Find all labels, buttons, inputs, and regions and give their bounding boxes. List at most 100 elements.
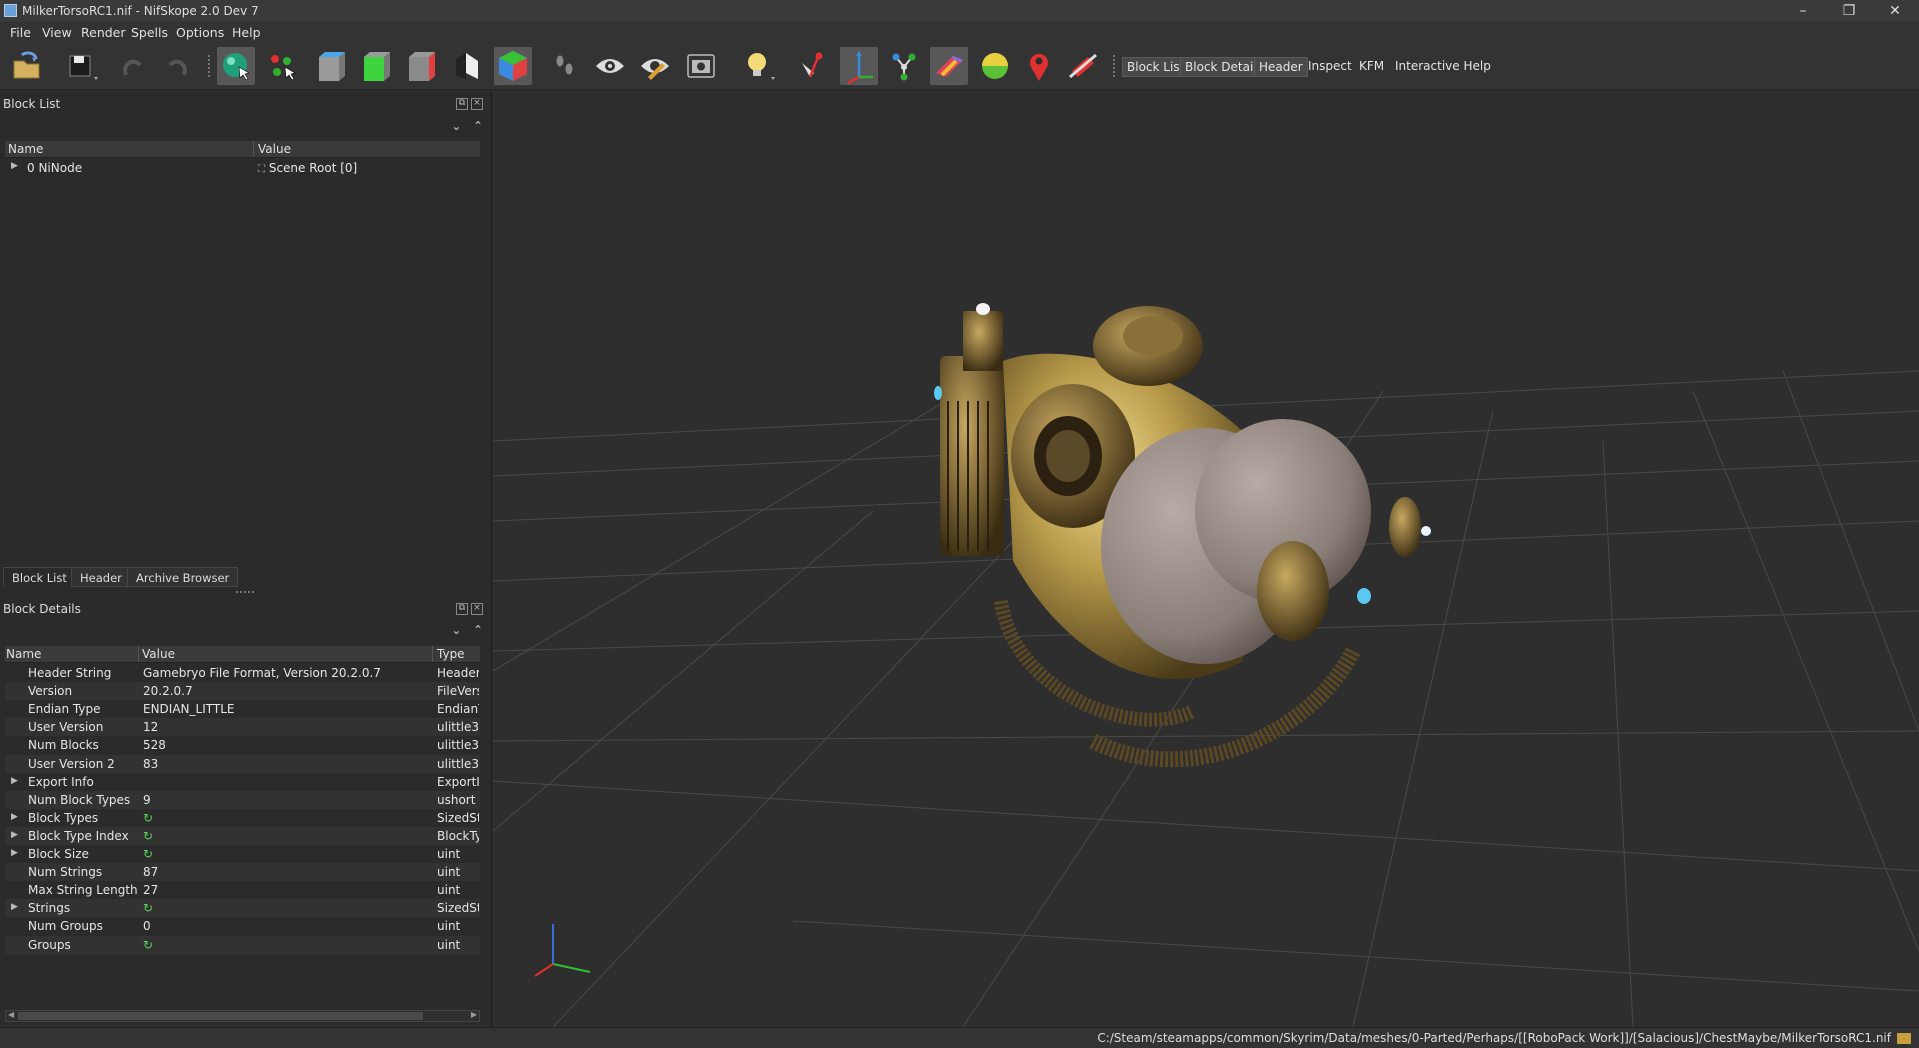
show-constraints-icon[interactable] (794, 47, 832, 85)
show-nodes-icon[interactable] (636, 47, 674, 85)
row-value[interactable]: ENDIAN_LITTLE (143, 702, 433, 716)
horizontal-scrollbar[interactable]: ◀ ▶ (5, 1010, 480, 1022)
model-milker-torso[interactable] (934, 303, 1431, 768)
row-value[interactable]: 83 (143, 757, 433, 771)
table-row[interactable]: ▶ Export Info ExportInfo (5, 773, 480, 791)
splitter-handle[interactable] (236, 591, 254, 593)
table-row[interactable]: Num Blocks 528 ulittle32 (5, 736, 480, 754)
show-havok-icon[interactable] (930, 47, 968, 85)
table-row[interactable]: Endian Type ENDIAN_LITTLE EndianType (5, 700, 480, 718)
view-front-icon[interactable] (313, 47, 351, 85)
markers-icon[interactable] (1020, 47, 1058, 85)
menu-view[interactable]: View (42, 25, 72, 40)
table-row[interactable]: User Version 2 83 ulittle32 (5, 754, 480, 773)
lighting-icon[interactable] (738, 47, 776, 85)
table-row[interactable]: Num Groups 0 uint (5, 917, 480, 935)
hide-markers-icon[interactable] (1064, 47, 1102, 85)
close-icon[interactable]: × (471, 603, 483, 615)
view-top-icon[interactable] (358, 47, 396, 85)
show-axes-icon[interactable] (840, 47, 878, 85)
table-row[interactable]: Groups ↻ uint (5, 935, 480, 954)
update-array-icon[interactable]: ↻ (143, 811, 153, 825)
walk-mode-icon[interactable] (546, 47, 584, 85)
table-row[interactable]: ▶ Block Types ↻ SizedString (5, 809, 480, 827)
menu-spells[interactable]: Spells (131, 25, 168, 40)
table-row[interactable]: Header String Gamebryo File Format, Versi… (5, 664, 480, 682)
expand-arrow-icon[interactable]: ▶ (11, 161, 18, 171)
table-row[interactable]: Max String Length 27 uint (5, 881, 480, 899)
menu-options[interactable]: Options (176, 25, 224, 40)
table-row[interactable]: User Version 12 ulittle32 (5, 718, 480, 737)
col-value[interactable]: Value (258, 142, 291, 156)
close-button[interactable]: ✕ (1872, 0, 1918, 22)
float-icon[interactable]: ⧉ (456, 98, 468, 110)
col-type[interactable]: Type (437, 647, 465, 661)
expand-arrow-icon[interactable]: ▶ (11, 830, 18, 840)
toolbar-inspect-button[interactable]: Inspect (1304, 57, 1356, 75)
scroll-right-icon[interactable]: ▶ (471, 1010, 477, 1019)
folder-icon[interactable] (1897, 1033, 1911, 1044)
menu-file[interactable]: File (10, 25, 31, 40)
view-side-icon[interactable] (403, 47, 441, 85)
save-icon[interactable] (64, 47, 102, 85)
scroll-left-icon[interactable]: ◀ (8, 1010, 14, 1019)
render-viewport[interactable] (493, 91, 1919, 1027)
expand-all-icon[interactable]: ⌃ (473, 623, 483, 637)
update-array-icon[interactable]: ↻ (143, 901, 153, 915)
expand-arrow-icon[interactable]: ▶ (11, 902, 18, 912)
row-value[interactable]: ↻ (143, 901, 433, 915)
menu-render[interactable]: Render (81, 25, 126, 40)
update-array-icon[interactable]: ↻ (143, 829, 153, 843)
table-row[interactable]: ▶ Strings ↻ SizedString (5, 899, 480, 918)
scroll-thumb[interactable] (18, 1012, 423, 1020)
row-value[interactable]: ↻ (143, 811, 433, 825)
col-name[interactable]: Name (8, 142, 43, 156)
tab-header[interactable]: Header (71, 567, 131, 587)
toolbar-grip[interactable] (208, 55, 214, 77)
screenshot-icon[interactable] (682, 47, 720, 85)
toolbar-kfm-button[interactable]: KFM (1355, 57, 1388, 75)
table-row[interactable]: Num Block Types 9 ushort (5, 790, 480, 809)
minimize-button[interactable]: – (1780, 0, 1826, 22)
close-icon[interactable]: × (471, 98, 483, 110)
tab-block-list[interactable]: Block List (3, 567, 76, 587)
expand-arrow-icon[interactable]: ▶ (11, 812, 18, 822)
expand-arrow-icon[interactable]: ▶ (11, 848, 18, 858)
toolbar-interactive-help-button[interactable]: Interactive Help (1391, 57, 1495, 75)
float-icon[interactable]: ⧉ (456, 603, 468, 615)
row-value[interactable]: 20.2.0.7 (143, 684, 433, 698)
tab-archive-browser[interactable]: Archive Browser (127, 567, 239, 587)
row-value[interactable]: 87 (143, 865, 433, 879)
collapse-all-icon[interactable]: ⌄ (451, 623, 461, 637)
update-array-icon[interactable]: ↻ (143, 847, 153, 861)
menu-help[interactable]: Help (232, 25, 261, 40)
row-value[interactable]: 12 (143, 720, 433, 734)
select-vertex-icon[interactable] (263, 47, 301, 85)
row-value[interactable]: ↻ (143, 829, 433, 843)
row-value[interactable]: ↻ (143, 847, 433, 861)
perspective-cube-icon[interactable] (494, 47, 532, 85)
row-value[interactable]: 528 (143, 738, 433, 752)
viewport-scene[interactable] (493, 91, 1919, 1027)
show-hidden-icon[interactable] (591, 47, 629, 85)
row-value[interactable]: ↻ (143, 938, 433, 952)
row-value[interactable]: Gamebryo File Format, Version 20.2.0.7 (143, 666, 433, 680)
row-value[interactable]: 9 (143, 793, 433, 807)
redo-icon[interactable] (158, 47, 196, 85)
expand-arrow-icon[interactable]: ▶ (11, 776, 18, 786)
select-object-icon[interactable] (217, 47, 255, 85)
table-row[interactable]: ▶ Block Type Index ↻ BlockTypeIndex (5, 826, 480, 845)
table-row[interactable]: ▶ Block Size ↻ uint (5, 845, 480, 863)
show-skeleton-icon[interactable] (885, 47, 923, 85)
row-value[interactable]: 0 (143, 919, 433, 933)
undo-icon[interactable] (114, 47, 152, 85)
expand-all-icon[interactable]: ⌃ (473, 119, 483, 133)
restore-button[interactable]: ❐ (1826, 0, 1872, 22)
textures-icon[interactable] (976, 47, 1014, 85)
col-value[interactable]: Value (142, 647, 175, 661)
collapse-all-icon[interactable]: ⌄ (451, 119, 461, 133)
toolbar-header-button[interactable]: Header (1254, 57, 1308, 77)
col-name[interactable]: Name (6, 647, 41, 661)
row-value[interactable]: 27 (143, 883, 433, 897)
update-array-icon[interactable]: ↻ (143, 938, 153, 952)
